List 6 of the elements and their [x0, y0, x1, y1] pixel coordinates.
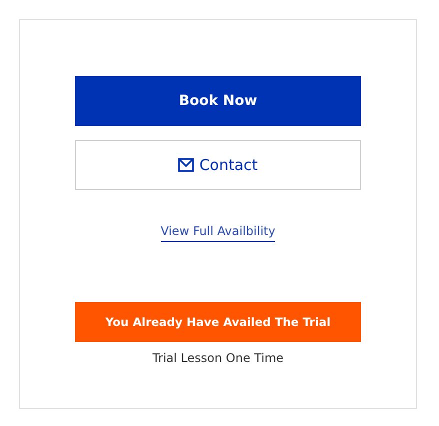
envelope-icon	[178, 158, 194, 172]
book-now-button[interactable]: Book Now	[75, 76, 361, 126]
contact-button[interactable]: Contact	[75, 140, 361, 190]
view-availability-link[interactable]: View Full Availbility	[160, 224, 276, 242]
trial-notice-banner: You Already Have Availed The Trial	[75, 302, 361, 342]
trial-note: Trial Lesson One Time	[152, 351, 284, 365]
